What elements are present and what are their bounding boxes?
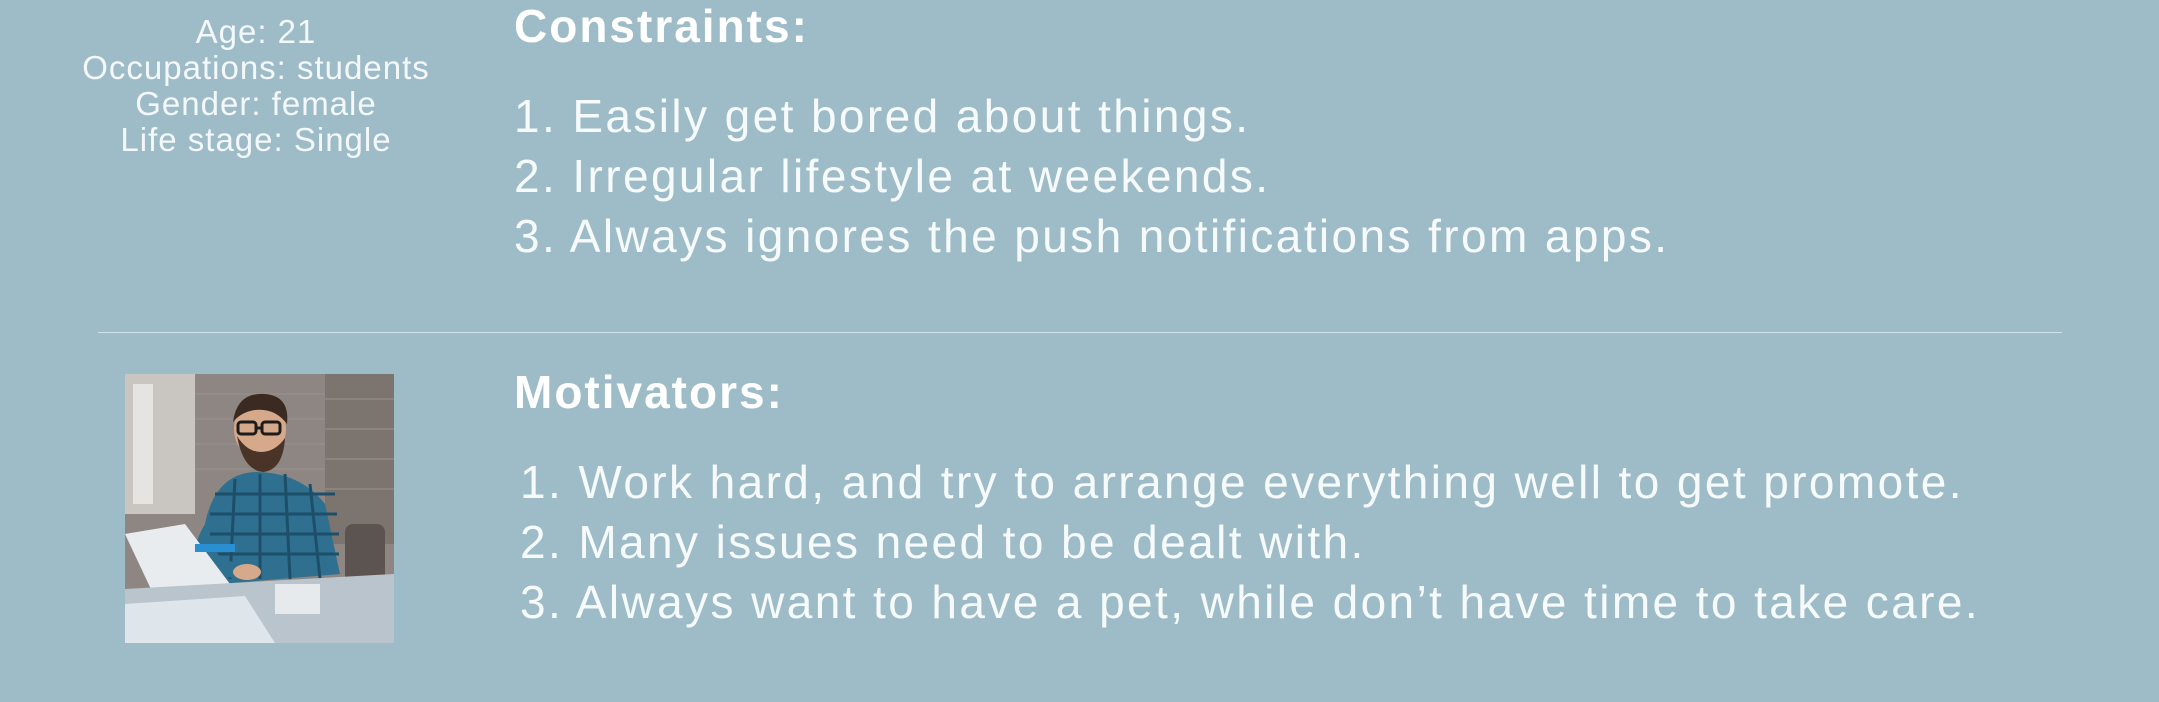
persona-life-stage: Life stage: Single [120,121,392,158]
section-divider [98,332,2062,333]
constraint-item: 2. Irregular lifestyle at weekends. [514,150,1271,202]
constraints-list: 1. Easily get bored about things. 2. Irr… [514,86,1669,266]
constraint-item: 3. Always ignores the push notifications… [514,210,1670,262]
persona-photo [125,374,394,643]
persona-gender: Gender: female [135,85,377,122]
constraints-heading: Constraints: [514,0,809,52]
motivator-item: 3. Always want to have a pet, while don’… [520,576,1981,628]
persona-occupation: Occupations: students [82,49,430,86]
motivator-item: 1. Work hard, and try to arrange everyth… [520,456,1964,508]
persona-age: Age: 21 [195,13,317,50]
constraint-item: 1. Easily get bored about things. [514,90,1251,142]
motivators-list: 1. Work hard, and try to arrange everyth… [520,452,1980,632]
persona-info: Age: 21 Occupations: students Gender: fe… [40,14,472,158]
motivators-heading: Motivators: [514,366,784,418]
motivator-item: 2. Many issues need to be dealt with. [520,516,1366,568]
